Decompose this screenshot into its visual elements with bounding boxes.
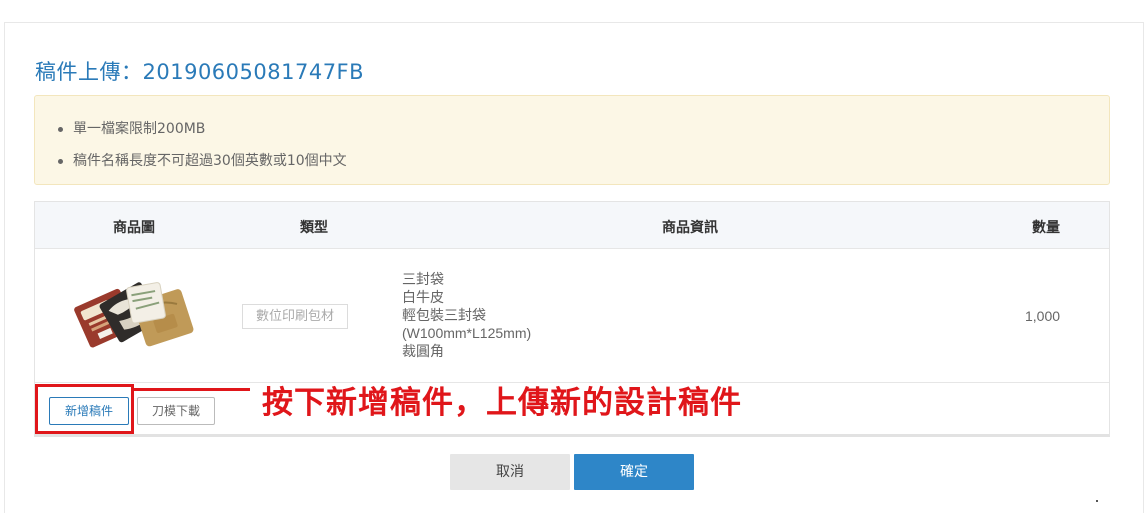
header-quantity: 數量 xyxy=(1032,220,1060,236)
info-line: 裁圓角 xyxy=(402,343,444,359)
annotation-highlight-box xyxy=(35,384,134,434)
table-row: 數位印刷包材 三封袋 白牛皮 輕包裝三封袋 (W100mm*L125mm) 裁圓… xyxy=(35,249,1109,383)
notice-box: 單一檔案限制200MB 稿件名稱長度不可超過30個英數或10個中文 xyxy=(34,95,1110,185)
header-type: 類型 xyxy=(300,220,328,236)
info-line: 三封袋 xyxy=(402,271,444,287)
info-line: 白牛皮 xyxy=(402,289,444,305)
notice-item: 單一檔案限制200MB xyxy=(57,113,1109,145)
notice-list: 單一檔案限制200MB 稿件名稱長度不可超過30個英數或10個中文 xyxy=(35,96,1109,177)
page-title: 稿件上傳：20190605081747FB xyxy=(35,56,364,86)
product-quantity: 1,000 xyxy=(1025,308,1061,324)
product-image xyxy=(74,282,194,348)
annotation-text: 按下新增稿件，上傳新的設計稿件 xyxy=(262,385,742,421)
order-number: 20190605081747FB xyxy=(142,60,365,84)
info-line: 輕包裝三封袋 xyxy=(402,307,486,323)
info-line: (W100mm*L125mm) xyxy=(402,325,532,341)
confirm-button[interactable]: 確定 xyxy=(574,454,694,490)
header-product-image: 商品圖 xyxy=(113,220,155,236)
table-header: 商品圖 類型 商品資訊 數量 xyxy=(35,202,1109,249)
download-template-button[interactable]: 刀模下載 xyxy=(137,397,215,425)
stray-dot xyxy=(1096,500,1098,502)
product-info: 三封袋 白牛皮 輕包裝三封袋 (W100mm*L125mm) 裁圓角 xyxy=(402,270,531,360)
product-type-tag: 數位印刷包材 xyxy=(242,304,348,329)
title-label: 稿件上傳： xyxy=(35,60,143,84)
notice-item: 稿件名稱長度不可超過30個英數或10個中文 xyxy=(57,145,1109,177)
cancel-button[interactable]: 取消 xyxy=(450,454,570,490)
header-product-info: 商品資訊 xyxy=(662,220,718,236)
annotation-pointer-line xyxy=(134,388,250,391)
